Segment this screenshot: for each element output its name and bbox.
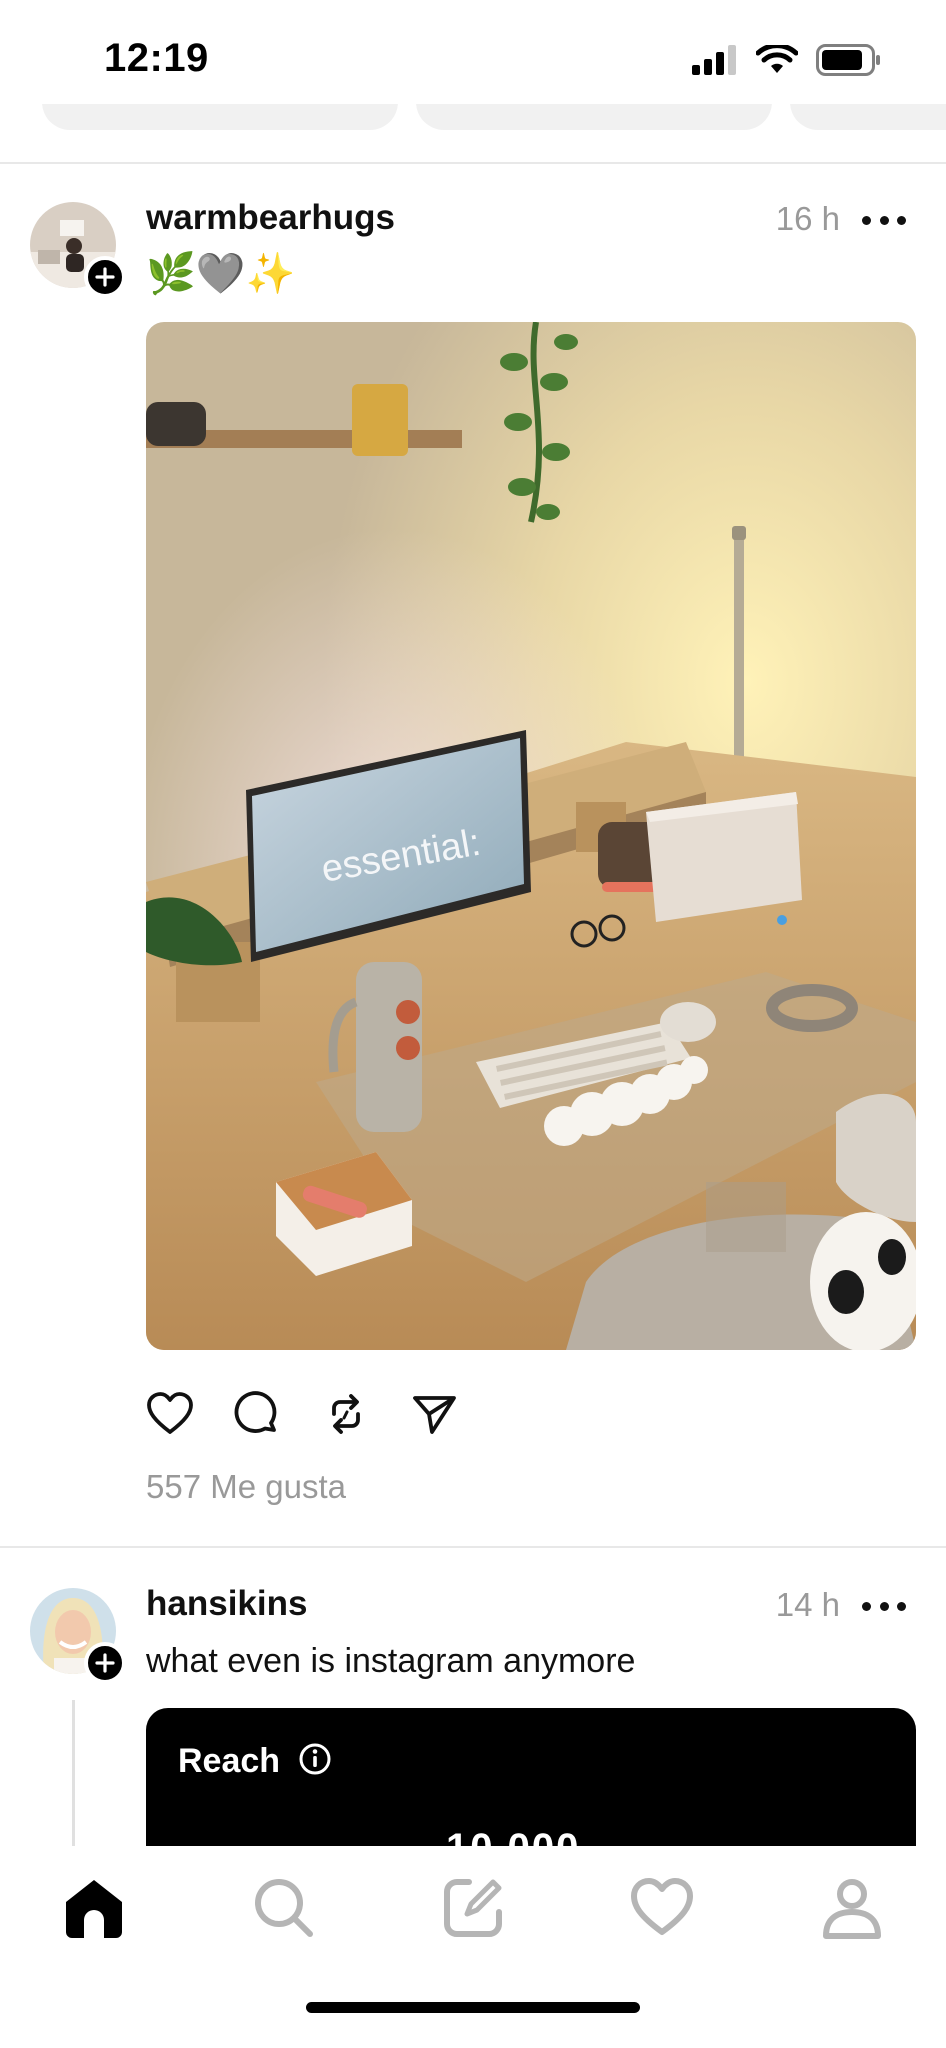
home-icon[interactable]: [62, 1876, 126, 1940]
wifi-icon: [756, 45, 798, 73]
username[interactable]: warmbearhugs: [146, 198, 395, 238]
avatar-wrap[interactable]: [30, 1588, 126, 1684]
story-pill[interactable]: [790, 104, 946, 130]
more-options-button[interactable]: [862, 210, 906, 230]
repost-icon[interactable]: [322, 1390, 370, 1438]
post-caption: what even is instagram anymore: [146, 1642, 636, 1680]
follow-plus-icon[interactable]: [84, 256, 126, 298]
avatar-wrap[interactable]: [30, 202, 126, 298]
search-icon[interactable]: [252, 1876, 316, 1940]
battery-icon: [816, 44, 880, 76]
post-caption: 🌿🩶✨: [146, 252, 296, 296]
thread-line: [72, 1700, 75, 1846]
status-icons: [692, 44, 882, 76]
post-image[interactable]: essential:: [146, 322, 916, 1350]
post-time: 14 h: [775, 1586, 840, 1623]
like-heart-icon[interactable]: [146, 1390, 194, 1438]
likes-count[interactable]: 557 Me gusta: [146, 1468, 346, 1506]
compose-icon[interactable]: [441, 1876, 505, 1940]
follow-plus-icon[interactable]: [84, 1642, 126, 1684]
info-icon[interactable]: [298, 1742, 332, 1781]
reach-title: Reach: [178, 1742, 281, 1780]
status-bar: 12:19: [0, 0, 946, 120]
activity-heart-icon[interactable]: [630, 1876, 694, 1940]
status-time: 12:19: [104, 36, 209, 80]
tab-bar: [0, 1846, 946, 2048]
story-strip: [0, 104, 946, 130]
share-send-icon[interactable]: [410, 1390, 458, 1438]
action-bar: [146, 1390, 458, 1438]
home-indicator[interactable]: [306, 2002, 640, 2013]
cellular-signal-icon: [692, 45, 736, 75]
username[interactable]: hansikins: [146, 1584, 307, 1624]
post-time: 16 h: [775, 200, 840, 237]
divider: [0, 162, 946, 164]
profile-icon[interactable]: [820, 1876, 884, 1940]
story-pill[interactable]: [416, 104, 772, 130]
comment-icon[interactable]: [234, 1390, 282, 1438]
reach-card[interactable]: Reach 10,000: [146, 1708, 916, 1868]
more-options-button[interactable]: [862, 1596, 906, 1616]
divider: [0, 1546, 946, 1548]
story-pill[interactable]: [42, 104, 398, 130]
